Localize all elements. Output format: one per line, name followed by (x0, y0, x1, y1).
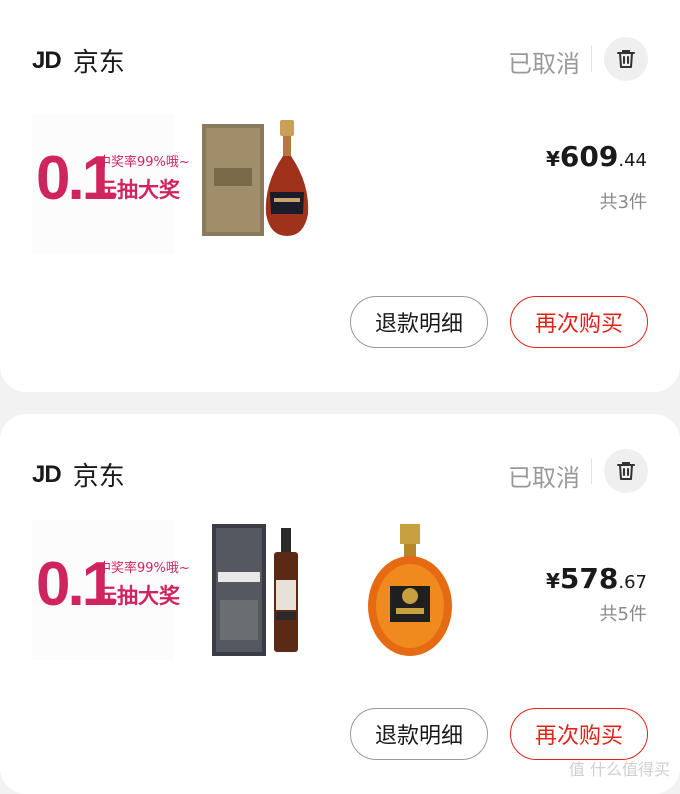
item-count: 共3件 (599, 192, 647, 213)
price-decimal: .44 (618, 150, 647, 171)
buy-again-button[interactable]: 再次购买 (510, 296, 648, 348)
promo-subtext: 中奖率99%哦~ (98, 561, 190, 576)
shop-name: 京东 (72, 462, 125, 492)
price-decimal: .67 (618, 572, 647, 593)
jd-logo: JD (32, 460, 62, 488)
delete-order-button[interactable] (604, 37, 648, 81)
order-status: 已取消 (508, 464, 580, 492)
shop-name: 京东 (72, 48, 125, 78)
product-image[interactable] (190, 520, 330, 660)
divider (591, 458, 592, 484)
price-integer: 609 (559, 140, 619, 173)
divider (591, 46, 592, 72)
brandy-bottle-image (368, 524, 452, 656)
order-card[interactable]: JD 京东 已取消 0.1 中奖率99%哦~ 元抽大奖 ¥609.44 共3件 (0, 0, 680, 392)
refund-details-button[interactable]: 退款明细 (350, 296, 488, 348)
order-total: ¥609.44 (546, 140, 647, 173)
promo-title: 元抽大奖 (96, 584, 180, 608)
product-image[interactable] (190, 114, 330, 254)
product-image[interactable] (340, 520, 480, 660)
refund-details-button[interactable]: 退款明细 (350, 708, 488, 760)
order-card[interactable]: JD 京东 已取消 0.1 中奖率99%哦~ 元抽大奖 ¥578.67 共5件 … (0, 414, 680, 794)
promo-banner[interactable]: 0.1 中奖率99%哦~ 元抽大奖 (32, 114, 190, 254)
promo-subtext: 中奖率99%哦~ (98, 155, 190, 170)
delete-order-button[interactable] (604, 449, 648, 493)
currency-symbol: ¥ (545, 569, 560, 593)
shop-header[interactable]: JD 京东 (32, 456, 125, 493)
promo-banner[interactable]: 0.1 中奖率99%哦~ 元抽大奖 (32, 520, 190, 660)
order-status: 已取消 (508, 50, 580, 78)
trash-icon (617, 50, 635, 68)
whisky-bottle-image (212, 524, 298, 656)
order-total: ¥578.67 (546, 562, 647, 595)
promo-title: 元抽大奖 (96, 178, 180, 202)
item-count: 共5件 (599, 604, 647, 625)
price-integer: 578 (559, 562, 619, 595)
shop-header[interactable]: JD 京东 (32, 42, 125, 79)
buy-again-button[interactable]: 再次购买 (510, 708, 648, 760)
jd-logo: JD (32, 46, 62, 74)
trash-icon (617, 462, 635, 480)
watermark: 值 什么值得买 (568, 760, 670, 779)
cognac-bottle-image (202, 120, 309, 236)
currency-symbol: ¥ (545, 147, 560, 171)
